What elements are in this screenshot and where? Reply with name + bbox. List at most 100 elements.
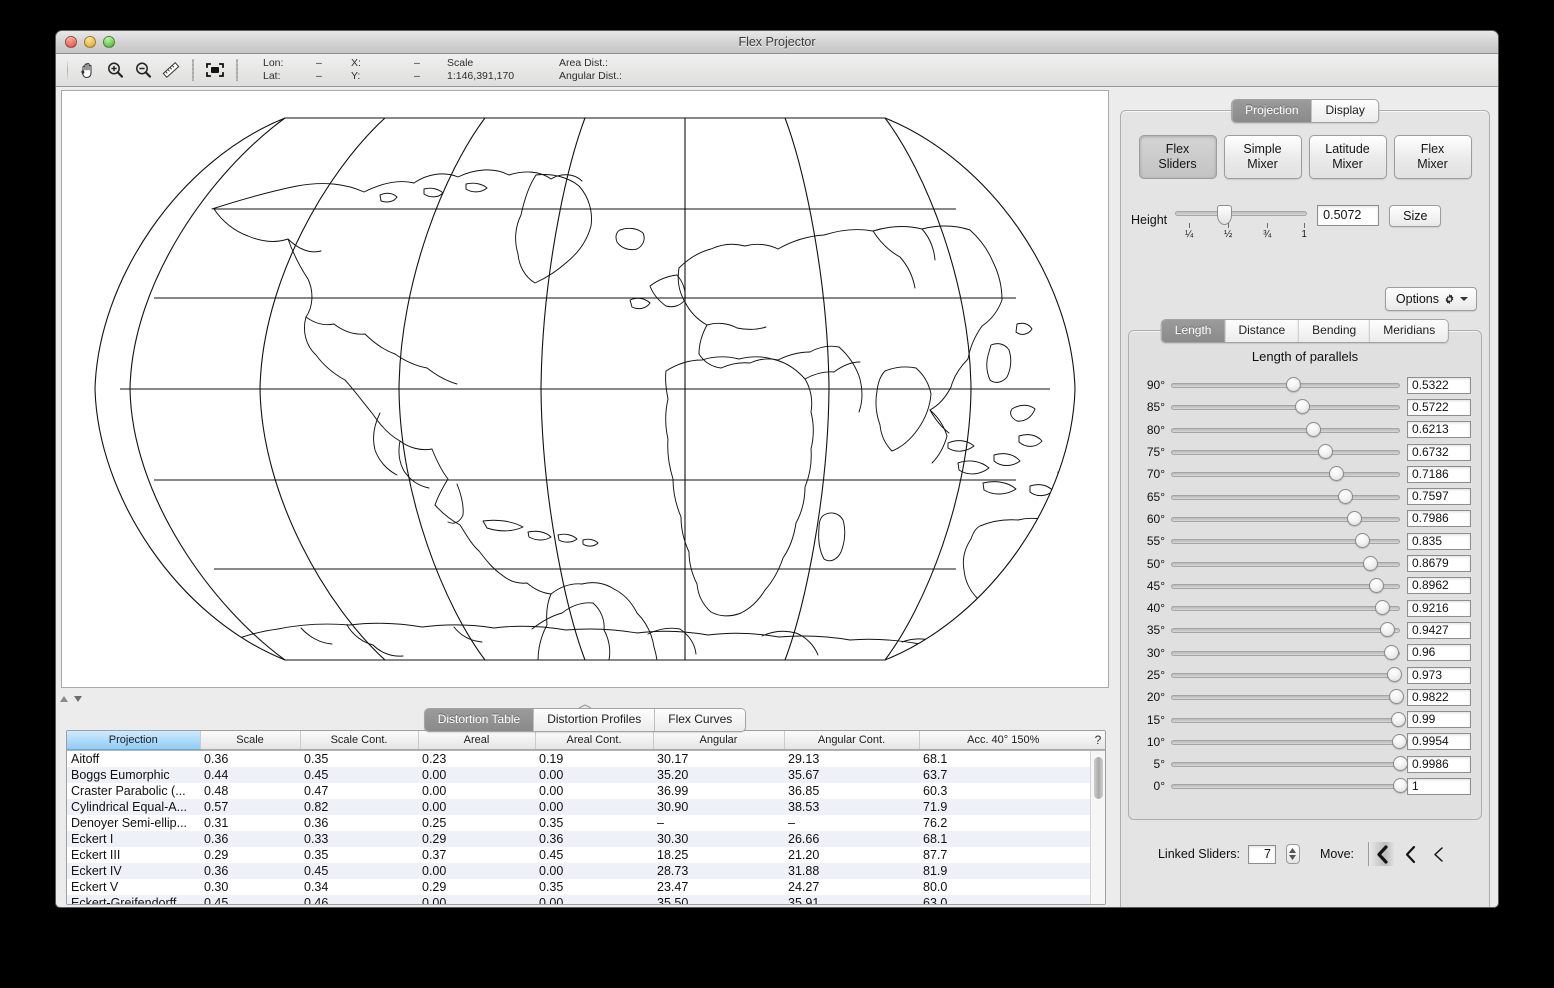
col-header-scale-cont[interactable]: Scale Cont. xyxy=(300,731,419,750)
parallel-slider-value-input[interactable]: 0.99 xyxy=(1407,711,1471,729)
tab-projection[interactable]: Projection xyxy=(1232,100,1313,122)
parallel-slider-thumb[interactable] xyxy=(1379,622,1395,638)
parallel-slider[interactable] xyxy=(1171,644,1400,661)
table-row[interactable]: Aitoff 0.36 0.35 0.23 0.19 30.17 29.13 68.1 xyxy=(67,750,1105,767)
options-button[interactable]: Options xyxy=(1384,287,1477,311)
table-row[interactable]: Cylindrical Equal-A... 0.57 0.82 0.00 0.00 30… xyxy=(67,798,1105,815)
parallel-slider[interactable] xyxy=(1171,466,1400,482)
move-light-button[interactable] xyxy=(1424,842,1452,866)
col-header-angular-cont[interactable]: Angular Cont. xyxy=(784,731,920,750)
table-row[interactable]: Boggs Eumorphic 0.44 0.45 0.00 0.00 35.20 35.6… xyxy=(67,766,1105,783)
parallel-slider-value-input[interactable]: 0.7986 xyxy=(1407,510,1471,528)
parallel-slider-value-input[interactable]: 0.835 xyxy=(1407,532,1471,550)
parallel-slider-thumb[interactable] xyxy=(1355,533,1371,549)
parallel-slider-track[interactable] xyxy=(1171,516,1400,522)
parallel-slider-track[interactable] xyxy=(1171,405,1400,411)
tab-length[interactable]: Length xyxy=(1161,320,1226,342)
tab-distance[interactable]: Distance xyxy=(1225,320,1300,342)
table-vertical-scrollbar[interactable] xyxy=(1090,750,1105,904)
size-button[interactable]: Size xyxy=(1389,205,1442,227)
parallel-slider-track[interactable] xyxy=(1171,606,1400,612)
parallel-slider[interactable] xyxy=(1171,667,1402,683)
parallel-slider-thumb[interactable] xyxy=(1392,756,1408,772)
parallel-slider-thumb[interactable] xyxy=(1346,510,1362,526)
tab-distortion-table[interactable]: Distortion Table xyxy=(424,709,535,731)
zoom-out-tool-button[interactable] xyxy=(129,58,157,83)
parallel-slider-thumb[interactable] xyxy=(1390,711,1406,727)
mode-latitude-mixer-button[interactable]: Latitude Mixer xyxy=(1308,135,1387,179)
col-header-areal-cont[interactable]: Areal Cont. xyxy=(535,731,654,750)
height-slider-track[interactable] xyxy=(1175,211,1308,216)
parallel-slider-value-input[interactable]: 0.7597 xyxy=(1407,488,1471,506)
parallel-slider-thumb[interactable] xyxy=(1393,778,1408,794)
table-help-button[interactable]: ? xyxy=(1087,731,1105,750)
measure-ruler-tool-button[interactable] xyxy=(157,58,185,83)
parallel-slider-thumb[interactable] xyxy=(1375,600,1391,616)
tab-bending[interactable]: Bending xyxy=(1299,320,1371,342)
parallel-slider-track[interactable] xyxy=(1171,673,1400,678)
zoom-button[interactable] xyxy=(103,36,115,48)
zoom-to-fit-tool-button[interactable] xyxy=(201,58,229,83)
parallel-slider-value-input[interactable]: 0.96 xyxy=(1407,644,1471,662)
parallel-slider-thumb[interactable] xyxy=(1337,488,1353,504)
height-value-input[interactable]: 0.5072 xyxy=(1317,205,1380,226)
parallel-slider-thumb[interactable] xyxy=(1328,466,1344,482)
parallel-slider-value-input[interactable]: 0.9986 xyxy=(1407,755,1471,773)
scrollbar-thumb[interactable] xyxy=(1094,756,1103,799)
parallel-slider[interactable] xyxy=(1171,600,1400,616)
parallel-slider[interactable] xyxy=(1171,377,1400,393)
collapse-up-icon[interactable] xyxy=(59,694,69,704)
height-slider[interactable]: ¼ ½ ¾ 1 xyxy=(1175,205,1308,245)
mode-flex-mixer-button[interactable]: Flex Mixer xyxy=(1393,135,1472,179)
parallel-slider-thumb[interactable] xyxy=(1369,577,1385,593)
table-row[interactable]: Craster Parabolic (... 0.48 0.47 0.00 0.00 36… xyxy=(67,782,1105,799)
move-strong-button[interactable] xyxy=(1368,842,1397,866)
parallel-slider-value-input[interactable]: 0.7186 xyxy=(1407,465,1471,483)
move-medium-button[interactable] xyxy=(1396,842,1424,866)
parallel-slider-value-input[interactable]: 0.8679 xyxy=(1407,555,1471,573)
linked-sliders-input[interactable]: 7 xyxy=(1247,844,1276,864)
minimize-button[interactable] xyxy=(84,36,96,48)
mode-flex-sliders-button[interactable]: Flex Sliders xyxy=(1138,135,1217,179)
linked-sliders-stepper[interactable] xyxy=(1285,844,1300,864)
parallel-slider-track[interactable] xyxy=(1171,472,1400,478)
parallel-slider-track[interactable] xyxy=(1171,695,1400,701)
parallel-slider[interactable] xyxy=(1171,444,1400,460)
parallel-slider-track[interactable] xyxy=(1171,784,1400,790)
parallel-slider-track[interactable] xyxy=(1171,762,1400,768)
parallel-slider-thumb[interactable] xyxy=(1383,644,1399,660)
parallel-slider[interactable] xyxy=(1171,555,1400,572)
tab-display[interactable]: Display xyxy=(1312,100,1378,122)
tab-distortion-profiles[interactable]: Distortion Profiles xyxy=(534,709,656,731)
parallel-slider[interactable] xyxy=(1171,510,1400,527)
parallel-slider-value-input[interactable]: 0.9954 xyxy=(1407,733,1471,751)
splitter-grip[interactable] xyxy=(565,697,605,709)
col-header-angular[interactable]: Angular xyxy=(653,731,785,750)
parallel-slider-track[interactable] xyxy=(1171,650,1400,656)
tab-meridians[interactable]: Meridians xyxy=(1370,320,1449,342)
parallel-slider[interactable] xyxy=(1171,577,1400,594)
col-header-scale[interactable]: Scale xyxy=(200,731,301,750)
parallel-slider-value-input[interactable]: 0.9216 xyxy=(1407,599,1471,617)
parallel-slider-thumb[interactable] xyxy=(1391,733,1407,749)
stepper-up-icon[interactable] xyxy=(1289,848,1297,853)
parallel-slider[interactable] xyxy=(1171,756,1408,772)
parallel-slider-track[interactable] xyxy=(1171,427,1400,433)
parallel-slider[interactable] xyxy=(1171,689,1404,705)
table-row[interactable]: Eckert I 0.36 0.33 0.29 0.36 30.30 26.66 68.1 xyxy=(67,830,1105,847)
parallel-slider-track[interactable] xyxy=(1171,583,1400,589)
parallel-slider-value-input[interactable]: 0.6213 xyxy=(1407,421,1471,439)
table-row[interactable]: Eckert III 0.29 0.35 0.37 0.45 18.25 21.20 87.7 xyxy=(67,846,1105,863)
parallel-slider[interactable] xyxy=(1171,622,1400,638)
parallel-slider-value-input[interactable]: 0.9822 xyxy=(1407,688,1471,706)
parallel-slider-thumb[interactable] xyxy=(1318,444,1334,460)
parallel-slider-thumb[interactable] xyxy=(1285,377,1301,393)
zoom-in-tool-button[interactable] xyxy=(101,58,129,83)
parallel-slider[interactable] xyxy=(1171,488,1400,505)
col-header-acc[interactable]: Acc. 40° 150% xyxy=(919,731,1087,750)
parallel-slider-value-input[interactable]: 0.8962 xyxy=(1407,577,1471,595)
parallel-slider-thumb[interactable] xyxy=(1306,421,1322,437)
parallel-slider-thumb[interactable] xyxy=(1295,399,1311,415)
collapse-down-icon[interactable] xyxy=(73,694,83,704)
parallel-slider-thumb[interactable] xyxy=(1388,689,1404,705)
